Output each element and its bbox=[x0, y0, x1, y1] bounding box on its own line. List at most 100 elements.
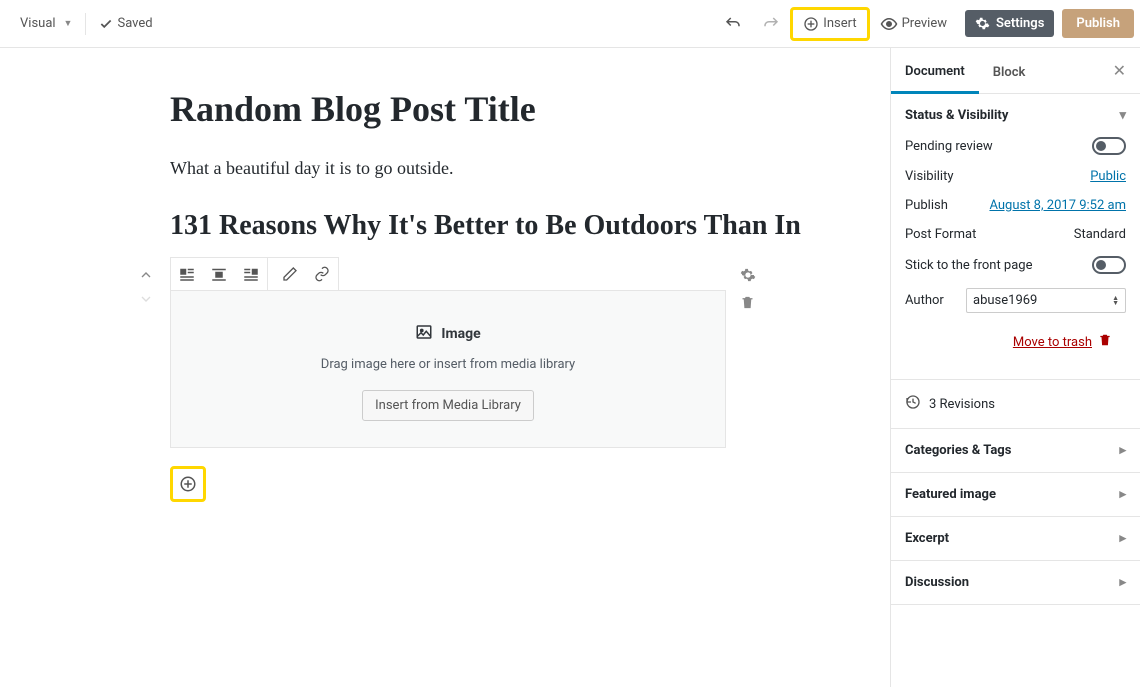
image-dropzone[interactable]: Image Drag image here or insert from med… bbox=[171, 291, 725, 447]
trash-icon bbox=[1098, 333, 1112, 351]
post-paragraph[interactable]: What a beautiful day it is to go outside… bbox=[170, 158, 870, 179]
stick-toggle[interactable] bbox=[1092, 256, 1126, 274]
panel-discussion[interactable]: Discussion ▸ bbox=[891, 561, 1140, 605]
tab-document[interactable]: Document bbox=[891, 48, 979, 94]
top-toolbar-left: Visual ▼ Saved bbox=[10, 10, 163, 37]
align-left-button[interactable] bbox=[171, 258, 203, 290]
stick-label: Stick to the front page bbox=[905, 258, 1032, 273]
panel-featured-title: Featured image bbox=[905, 487, 996, 502]
editor-inner: Random Blog Post Title What a beautiful … bbox=[170, 88, 870, 502]
panel-status-header[interactable]: Status & Visibility ▾ bbox=[891, 94, 1140, 137]
post-format-value: Standard bbox=[1074, 227, 1126, 242]
trash-row: Move to trash bbox=[905, 327, 1126, 365]
publish-label: Publish bbox=[1076, 16, 1120, 31]
preview-button[interactable]: Preview bbox=[870, 9, 957, 39]
move-up-button[interactable] bbox=[138, 267, 154, 287]
image-label-row: Image bbox=[415, 323, 480, 345]
add-block-button-highlighted[interactable] bbox=[170, 466, 206, 502]
sidebar-tabs: Document Block ✕ bbox=[891, 48, 1140, 94]
divider bbox=[85, 13, 86, 35]
align-right-button[interactable] bbox=[235, 258, 267, 290]
panel-categories-title: Categories & Tags bbox=[905, 443, 1011, 458]
editor-canvas: Random Blog Post Title What a beautiful … bbox=[0, 48, 890, 687]
post-title[interactable]: Random Blog Post Title bbox=[170, 88, 870, 130]
pending-review-toggle[interactable] bbox=[1092, 137, 1126, 155]
history-icon bbox=[905, 394, 921, 414]
insert-button[interactable]: Insert bbox=[793, 10, 866, 38]
author-value: abuse1969 bbox=[973, 293, 1037, 308]
panel-status-content: Pending review Visibility Public Publish… bbox=[891, 137, 1140, 379]
chevron-right-icon: ▸ bbox=[1119, 575, 1126, 590]
settings-button[interactable]: Settings bbox=[965, 10, 1054, 37]
panel-categories[interactable]: Categories & Tags ▸ bbox=[891, 429, 1140, 473]
post-format-row: Post Format Standard bbox=[905, 227, 1126, 242]
select-caret-icon: ▲▼ bbox=[1112, 296, 1119, 306]
author-select[interactable]: abuse1969 ▲▼ bbox=[966, 288, 1126, 313]
visibility-label: Visibility bbox=[905, 169, 954, 184]
chevron-down-icon: ▾ bbox=[1119, 108, 1126, 123]
author-label: Author bbox=[905, 293, 944, 308]
chevron-right-icon: ▸ bbox=[1119, 487, 1126, 502]
top-toolbar: Visual ▼ Saved Insert Preview bbox=[0, 0, 1140, 48]
chevron-right-icon: ▸ bbox=[1119, 531, 1126, 546]
undo-button[interactable] bbox=[714, 9, 752, 39]
panel-status: Status & Visibility ▾ Pending review Vis… bbox=[891, 94, 1140, 380]
preview-label: Preview bbox=[902, 16, 947, 31]
block-settings-icon[interactable] bbox=[740, 267, 756, 287]
visibility-value-link[interactable]: Public bbox=[1090, 169, 1126, 184]
align-center-button[interactable] bbox=[203, 258, 235, 290]
publish-value-link[interactable]: August 8, 2017 9:52 am bbox=[989, 198, 1126, 213]
sidebar-close-button[interactable]: ✕ bbox=[1099, 61, 1140, 80]
visibility-row: Visibility Public bbox=[905, 169, 1126, 184]
image-block-container: Image Drag image here or insert from med… bbox=[170, 257, 726, 448]
insert-from-media-library-button[interactable]: Insert from Media Library bbox=[362, 390, 534, 421]
stick-row: Stick to the front page bbox=[905, 256, 1126, 274]
redo-button[interactable] bbox=[752, 9, 790, 39]
top-toolbar-right: Insert Preview Settings Publish bbox=[714, 7, 1134, 41]
move-down-button[interactable] bbox=[138, 291, 154, 311]
edit-group bbox=[274, 258, 338, 290]
panel-status-title: Status & Visibility bbox=[905, 108, 1008, 123]
panel-excerpt[interactable]: Excerpt ▸ bbox=[891, 517, 1140, 561]
insert-label: Insert bbox=[823, 16, 856, 31]
image-block[interactable]: Image Drag image here or insert from med… bbox=[170, 290, 726, 448]
align-group bbox=[171, 258, 268, 290]
publish-label: Publish bbox=[905, 198, 948, 213]
revisions-label: 3 Revisions bbox=[929, 397, 995, 412]
chevron-right-icon: ▸ bbox=[1119, 443, 1126, 458]
main-wrap: Random Blog Post Title What a beautiful … bbox=[0, 48, 1140, 687]
block-delete-icon[interactable] bbox=[740, 295, 756, 314]
post-heading[interactable]: 131 Reasons Why It's Better to Be Outdoo… bbox=[170, 207, 870, 245]
panel-revisions[interactable]: 3 Revisions bbox=[891, 380, 1140, 429]
image-hint: Drag image here or insert from media lib… bbox=[191, 357, 705, 372]
visual-mode-dropdown[interactable]: Visual ▼ bbox=[10, 10, 82, 37]
block-mover bbox=[138, 267, 154, 311]
chevron-down-icon: ▼ bbox=[64, 18, 73, 29]
panel-excerpt-title: Excerpt bbox=[905, 531, 949, 546]
image-label: Image bbox=[441, 326, 480, 342]
close-icon: ✕ bbox=[1113, 61, 1126, 80]
panel-discussion-title: Discussion bbox=[905, 575, 969, 590]
saved-label: Saved bbox=[117, 16, 152, 31]
check-icon bbox=[99, 17, 113, 31]
settings-label: Settings bbox=[996, 16, 1044, 31]
move-to-trash-link[interactable]: Move to trash bbox=[1013, 335, 1092, 350]
tab-block[interactable]: Block bbox=[979, 49, 1040, 92]
post-format-label: Post Format bbox=[905, 227, 976, 242]
edit-button[interactable] bbox=[274, 258, 306, 290]
insert-button-highlighted: Insert bbox=[790, 7, 869, 41]
sidebar: Document Block ✕ Status & Visibility ▾ P… bbox=[890, 48, 1140, 687]
publish-row: Publish August 8, 2017 9:52 am bbox=[905, 198, 1126, 213]
panel-revisions-header[interactable]: 3 Revisions bbox=[891, 380, 1140, 428]
visual-label: Visual bbox=[20, 16, 56, 31]
author-row: Author abuse1969 ▲▼ bbox=[905, 288, 1126, 313]
block-side-actions bbox=[740, 267, 756, 314]
link-button[interactable] bbox=[306, 258, 338, 290]
image-icon bbox=[415, 323, 433, 345]
pending-review-label: Pending review bbox=[905, 139, 993, 154]
publish-button[interactable]: Publish bbox=[1062, 9, 1134, 38]
block-toolbar bbox=[170, 257, 339, 291]
saved-status: Saved bbox=[89, 10, 162, 37]
panel-featured[interactable]: Featured image ▸ bbox=[891, 473, 1140, 517]
pending-review-row: Pending review bbox=[905, 137, 1126, 155]
